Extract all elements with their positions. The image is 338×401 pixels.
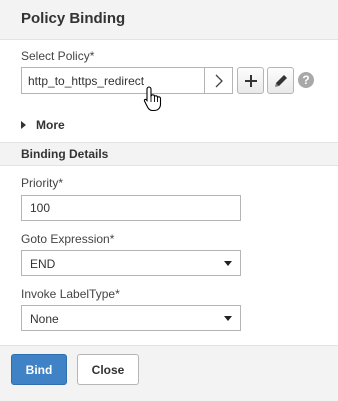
edit-policy-button[interactable] — [267, 67, 294, 94]
select-policy-label: Select Policy* — [21, 49, 95, 63]
more-label: More — [36, 118, 65, 132]
dropdown-arrow-icon — [224, 316, 232, 321]
help-icon[interactable]: ? — [298, 72, 314, 88]
goto-expression-label: Goto Expression* — [21, 232, 115, 246]
page-title: Policy Binding — [21, 10, 126, 27]
invoke-labeltype-value: None — [30, 312, 59, 326]
select-policy-input[interactable] — [22, 68, 205, 93]
plus-icon — [244, 74, 257, 87]
goto-expression-value: END — [30, 257, 56, 271]
priority-input[interactable] — [21, 195, 241, 221]
pencil-icon — [274, 74, 287, 87]
priority-label: Priority* — [21, 176, 64, 190]
select-policy-field[interactable] — [21, 67, 233, 94]
dialog-footer: Bind Close — [0, 345, 338, 401]
goto-expression-select[interactable]: END — [21, 250, 241, 276]
add-policy-button[interactable] — [237, 67, 264, 94]
panel-header: Policy Binding — [0, 0, 338, 40]
binding-details-section: Binding Details — [0, 142, 338, 166]
close-button[interactable]: Close — [77, 354, 139, 385]
bind-button[interactable]: Bind — [11, 354, 67, 385]
invoke-labeltype-select[interactable]: None — [21, 305, 241, 331]
hand-cursor-icon — [143, 86, 162, 112]
policy-chevron-button[interactable] — [204, 68, 232, 93]
invoke-labeltype-label: Invoke LabelType* — [21, 287, 120, 301]
chevron-right-icon — [215, 74, 223, 87]
dropdown-arrow-icon — [224, 261, 232, 266]
more-toggle[interactable]: More — [21, 117, 65, 133]
section-title: Binding Details — [21, 147, 109, 161]
expand-triangle-icon — [21, 121, 26, 129]
